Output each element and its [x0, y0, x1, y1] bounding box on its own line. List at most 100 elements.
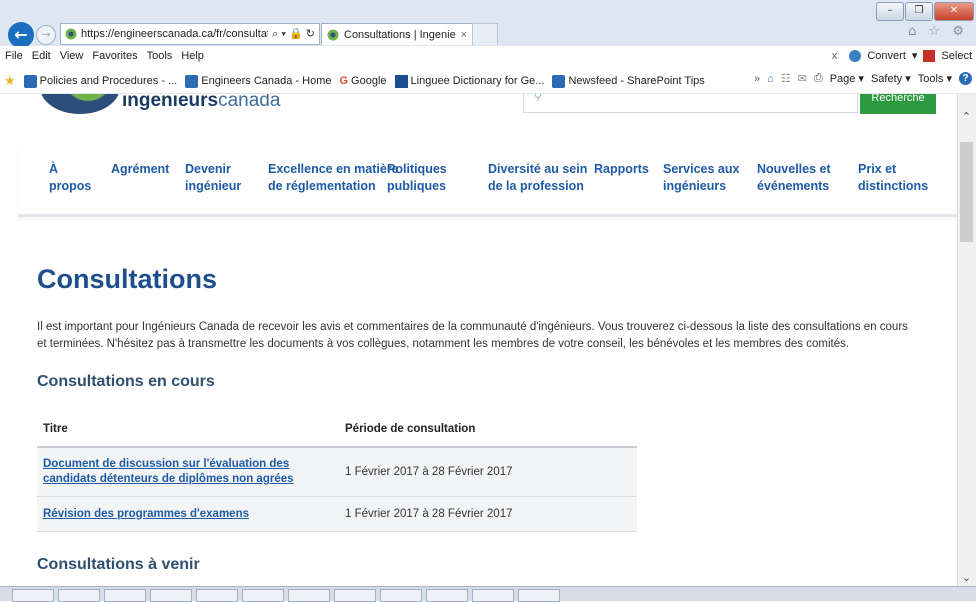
- address-bar[interactable]: https://engineerscanada.ca/fr/consultati…: [60, 23, 320, 45]
- tools-menu[interactable]: Tools ▾: [918, 72, 952, 85]
- table-row: Document de discussion sur l'évaluation …: [37, 447, 637, 497]
- tab-close-icon[interactable]: ×: [456, 29, 472, 41]
- back-arrow-icon: ←: [14, 25, 28, 44]
- tab-consultations[interactable]: Consultations | Ingenieurs ... ×: [321, 23, 473, 45]
- favorite-newsfeed[interactable]: Newsfeed - SharePoint Tips: [552, 74, 705, 88]
- tab-favicon-icon: [327, 29, 339, 40]
- nav-a-propos[interactable]: À propos: [49, 161, 91, 195]
- taskbar-button[interactable]: [196, 589, 238, 602]
- tab-title: Consultations | Ingenieurs ...: [344, 28, 456, 41]
- convert-button[interactable]: Convert: [867, 50, 906, 62]
- menu-tools[interactable]: Tools: [147, 50, 173, 62]
- nav-politiques-publiques[interactable]: Politiques publiques: [387, 161, 447, 195]
- menu-edit[interactable]: Edit: [32, 50, 51, 62]
- taskbar-button[interactable]: [334, 589, 376, 602]
- nav-agrement[interactable]: Agrément: [111, 161, 169, 178]
- favorite-label: Engineers Canada - Home: [201, 75, 332, 87]
- forward-arrow-icon: →: [41, 28, 51, 41]
- address-tools[interactable]: ⌕ ▾ 🔒 ↻: [268, 27, 319, 41]
- nav-diversite[interactable]: Diversité au sein de la profession: [488, 161, 587, 195]
- table-cell-title: Document de discussion sur l'évaluation …: [37, 447, 339, 497]
- table-cell-period: 1 Février 2017 à 28 Février 2017: [339, 447, 637, 497]
- convert-icon: [849, 49, 862, 62]
- taskbar-button[interactable]: [288, 589, 330, 602]
- url-text[interactable]: https://engineerscanada.ca/fr/consultati…: [81, 28, 268, 40]
- feeds-icon[interactable]: ☷: [781, 72, 791, 85]
- taskbar-button[interactable]: [380, 589, 422, 602]
- taskbar-button[interactable]: [518, 589, 560, 602]
- favorites-bar: ★ Policies and Procedures - ... Engineer…: [0, 67, 976, 94]
- favorite-policies[interactable]: Policies and Procedures - ...: [23, 74, 177, 88]
- nav-rapports[interactable]: Rapports: [594, 161, 649, 178]
- nav-label: Services aux ingénieurs: [663, 162, 740, 193]
- taskbar-button[interactable]: [104, 589, 146, 602]
- nav-nouvelles-evenements[interactable]: Nouvelles et événements: [757, 161, 831, 195]
- column-header-period: Période de consultation: [339, 412, 637, 448]
- scrollbar-thumb[interactable]: [960, 142, 973, 242]
- engineers-canada-logo[interactable]: [40, 94, 120, 114]
- page-menu[interactable]: Page ▾: [830, 72, 864, 85]
- taskbar-button[interactable]: [472, 589, 514, 602]
- taskbar-button[interactable]: [242, 589, 284, 602]
- nav-label: Politiques publiques: [387, 162, 447, 193]
- scroll-up-icon[interactable]: ⌃: [957, 110, 976, 123]
- favorites-star-icon[interactable]: ★: [4, 73, 16, 89]
- search-button[interactable]: Recherche: [860, 94, 936, 114]
- page-viewport: ingenieurscanada ⚲ Recherche À propos Ag…: [0, 94, 957, 586]
- search-icon: ⚲: [534, 94, 543, 103]
- current-consultations-heading: Consultations en cours: [37, 373, 215, 390]
- taskbar-button[interactable]: [150, 589, 192, 602]
- home-icon[interactable]: ⌂: [767, 73, 774, 85]
- menu-file[interactable]: File: [5, 50, 23, 62]
- favorite-engineers-canada-home[interactable]: Engineers Canada - Home: [185, 74, 332, 88]
- main-nav: À propos Agrément Devenir ingénieur Exce…: [18, 144, 957, 217]
- help-icon[interactable]: ?: [959, 72, 972, 85]
- menu-help[interactable]: Help: [181, 50, 204, 62]
- taskbar-button[interactable]: [426, 589, 468, 602]
- favorite-linguee[interactable]: Linguee Dictionary for Ge...: [394, 74, 544, 88]
- home-favorites-settings-icons[interactable]: ⌂ ☆ ⚙: [908, 24, 968, 39]
- nav-prix-distinctions[interactable]: Prix et distinctions: [858, 161, 928, 195]
- table-cell-period: 1 Février 2017 à 28 Février 2017: [339, 496, 637, 532]
- sharepoint-icon: [552, 74, 566, 88]
- nav-label: Rapports: [594, 162, 649, 176]
- nav-label: Nouvelles et événements: [757, 162, 831, 193]
- nav-label: À propos: [49, 162, 92, 193]
- favorite-label: Newsfeed - SharePoint Tips: [568, 75, 705, 87]
- restore-button[interactable]: ❐: [905, 2, 933, 21]
- favorite-label: Google: [351, 75, 387, 87]
- minimize-button[interactable]: –: [876, 2, 904, 21]
- consultation-link[interactable]: Révision des programmes d'examens: [43, 508, 249, 520]
- nav-devenir-ingenieur[interactable]: Devenir ingénieur: [185, 161, 241, 195]
- nav-services-ingenieurs[interactable]: Services aux ingénieurs: [663, 161, 739, 195]
- new-tab-button[interactable]: [472, 23, 498, 45]
- menu-favorites[interactable]: Favorites: [92, 50, 137, 62]
- nav-label: Diversité au sein de la profession: [488, 162, 588, 193]
- favorite-google[interactable]: G Google: [339, 75, 386, 87]
- nav-label: Prix et distinctions: [858, 162, 929, 193]
- forward-button[interactable]: →: [36, 25, 56, 45]
- safety-menu[interactable]: Safety ▾: [871, 72, 911, 85]
- sharepoint-icon: [23, 74, 37, 88]
- site-search-input[interactable]: [523, 94, 858, 113]
- nav-excellence-reglementation[interactable]: Excellence en matière de réglementation: [268, 161, 399, 195]
- taskbar-button[interactable]: [58, 589, 100, 602]
- mail-icon[interactable]: ✉: [798, 72, 807, 85]
- site-brand[interactable]: ingenieurscanada: [122, 94, 280, 112]
- nav-label: Devenir ingénieur: [185, 162, 242, 193]
- google-icon: G: [339, 75, 349, 87]
- taskbar-button[interactable]: [12, 589, 54, 602]
- consultation-link[interactable]: Document de discussion sur l'évaluation …: [43, 458, 294, 485]
- print-icon[interactable]: ⎙: [814, 72, 823, 85]
- select-button[interactable]: Select: [941, 50, 972, 62]
- nav-label: Agrément: [111, 162, 170, 176]
- convert-dropdown-icon[interactable]: ▾: [912, 49, 918, 62]
- favbar-more-icon[interactable]: »: [754, 73, 760, 85]
- table-row: Révision des programmes d'examens 1 Févr…: [37, 496, 637, 532]
- consultations-table: Titre Période de consultation Document d…: [37, 412, 637, 532]
- menu-view[interactable]: View: [60, 50, 84, 62]
- scroll-down-icon[interactable]: ⌄: [957, 571, 976, 584]
- toolbar-close-icon[interactable]: x: [832, 50, 838, 62]
- table-cell-title: Révision des programmes d'examens: [37, 496, 339, 532]
- close-window-button[interactable]: ✕: [934, 2, 974, 21]
